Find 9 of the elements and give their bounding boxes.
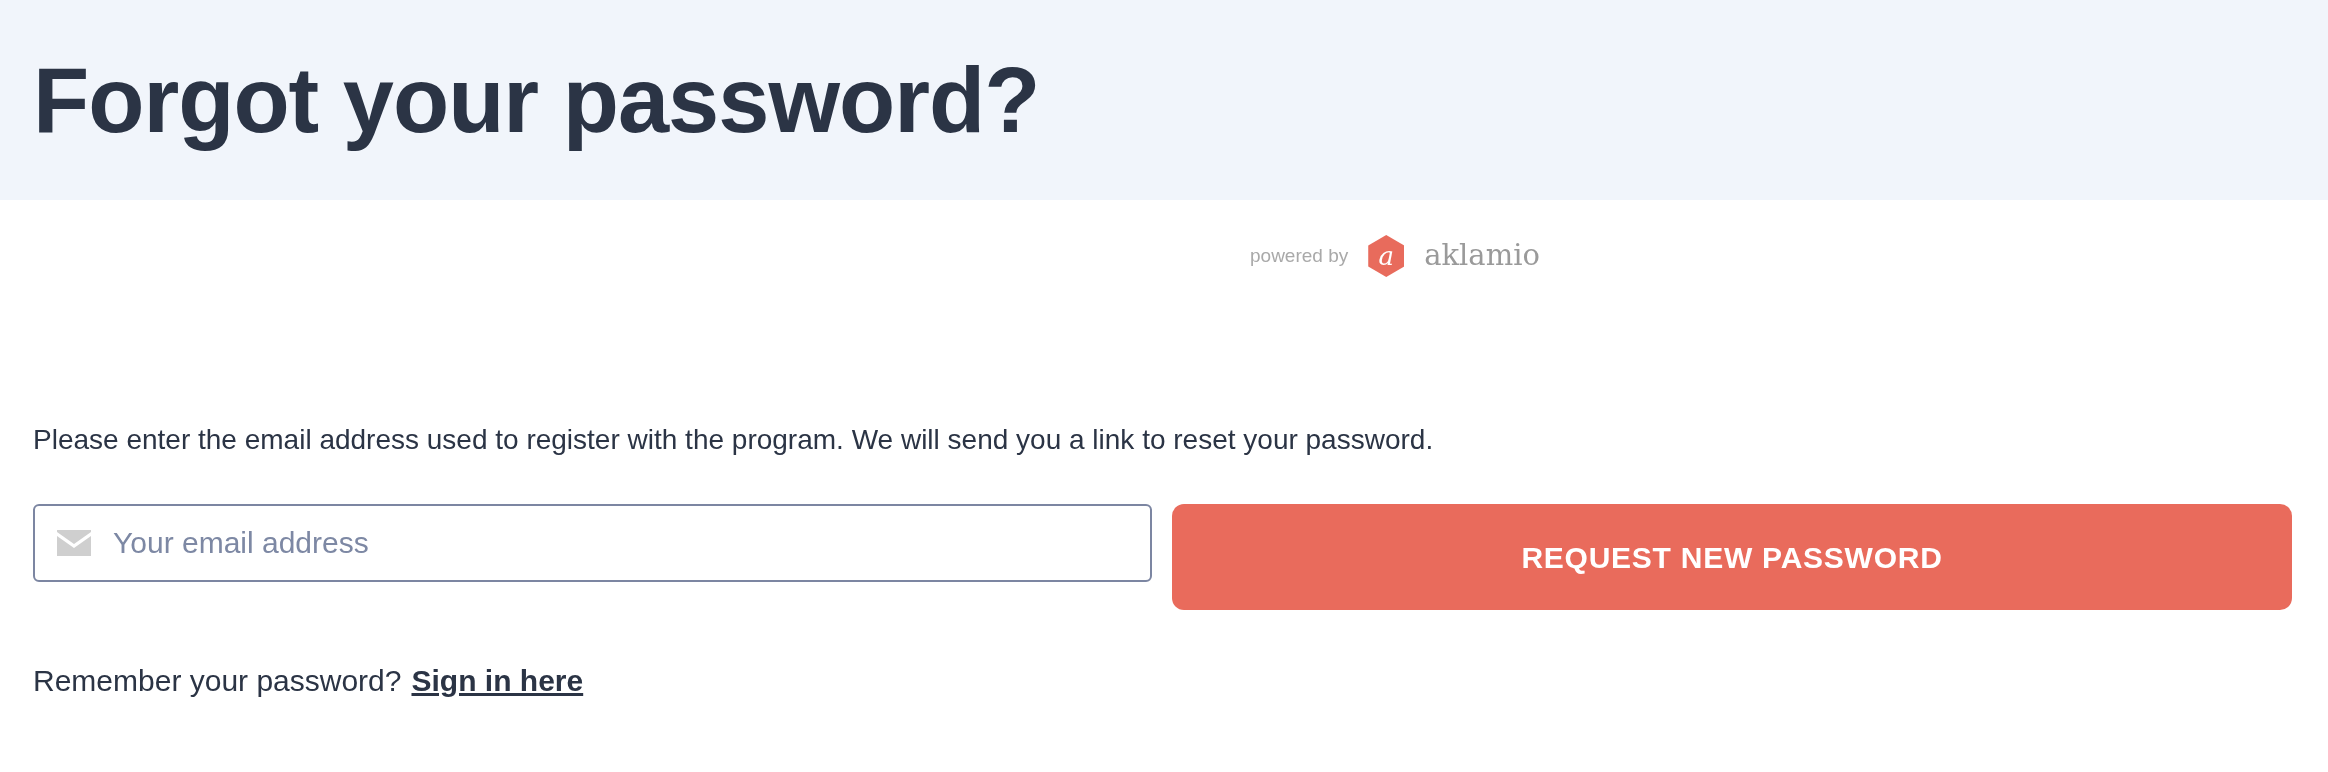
sign-in-link[interactable]: Sign in here bbox=[411, 658, 584, 703]
powered-by-label: powered by bbox=[1250, 243, 1349, 268]
page-title: Forgot your password? bbox=[33, 47, 1040, 153]
email-field[interactable]: Your email address bbox=[33, 504, 1152, 582]
instructions-text: Please enter the email address used to register with the program. We will send you a link to reset your password. bbox=[32, 423, 1435, 457]
envelope-icon bbox=[57, 530, 91, 556]
brand-name: aklamio bbox=[1424, 237, 1540, 275]
logo-icon: a bbox=[1368, 235, 1405, 277]
remember-prompt: Remember your password? bbox=[33, 663, 402, 699]
